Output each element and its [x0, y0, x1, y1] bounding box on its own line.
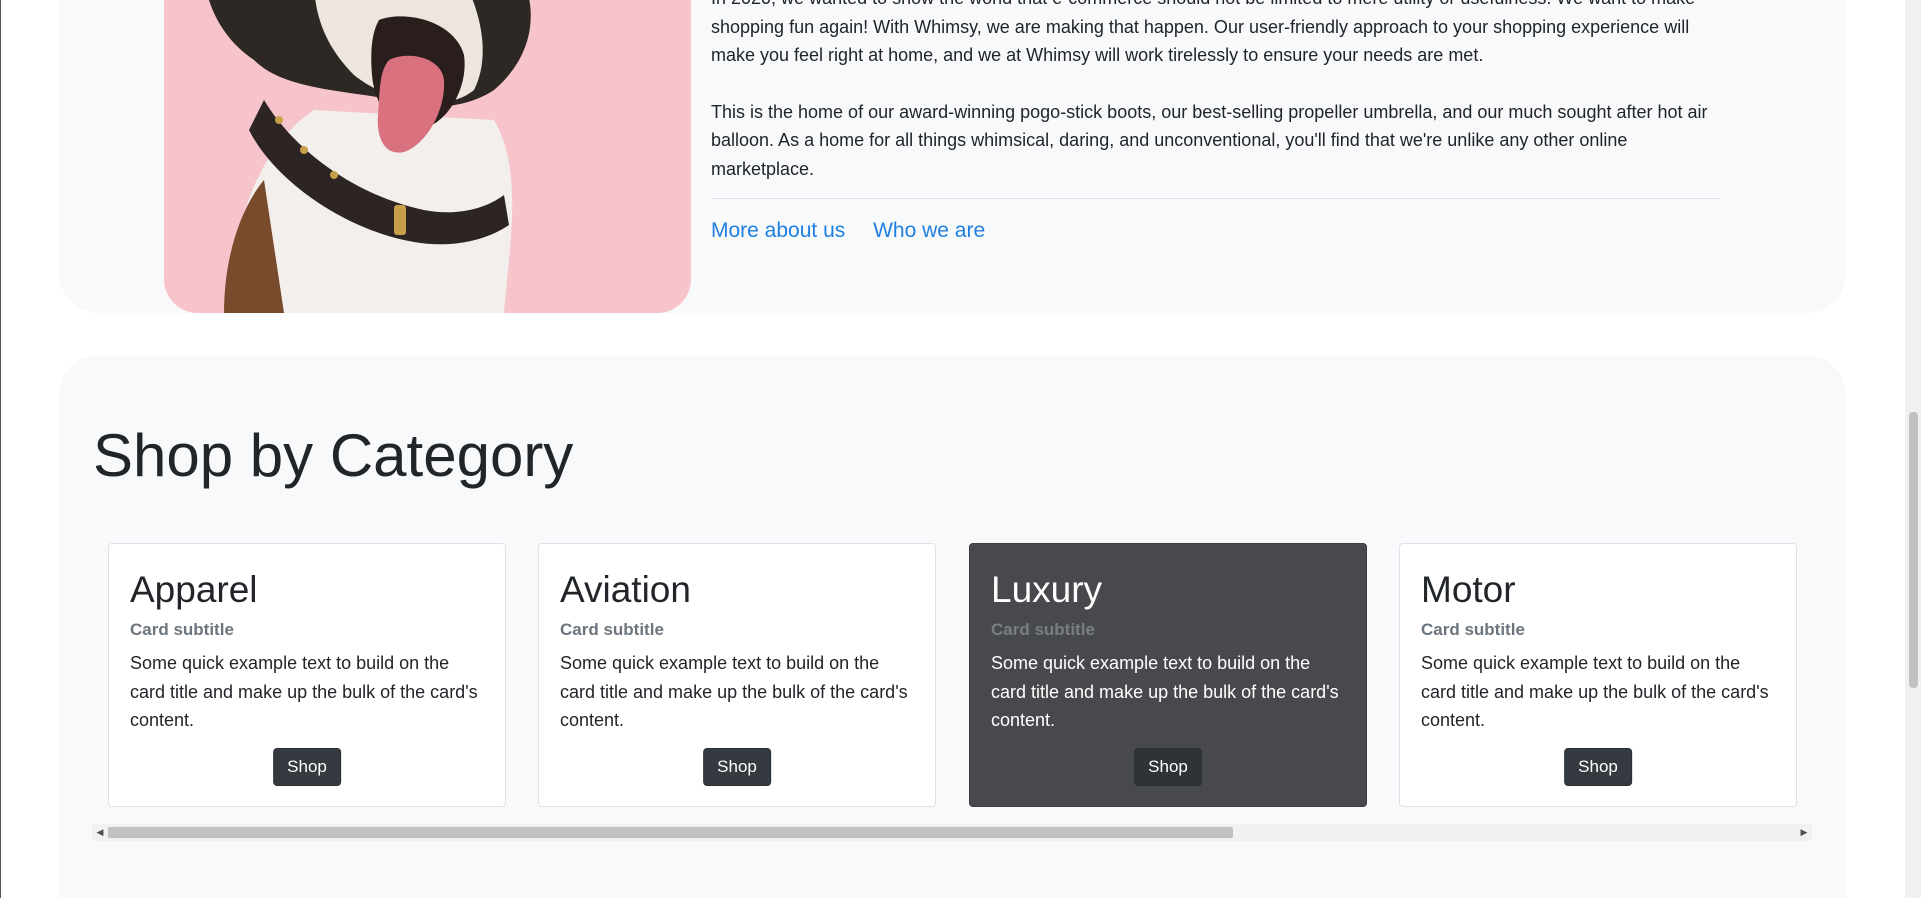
- about-text: In 2020, we wanted to show the world tha…: [711, 0, 1721, 211]
- about-links: More about us Who we are: [711, 219, 1007, 243]
- card-title: Apparel: [130, 569, 258, 610]
- card-text: Some quick example text to build on the …: [1421, 653, 1769, 731]
- cards-horizontal-scrollbar[interactable]: ◀ ▶: [92, 824, 1812, 841]
- shop-title: Shop by Category: [93, 422, 574, 489]
- card-title: Motor: [1421, 569, 1516, 610]
- shop-button[interactable]: Shop: [703, 748, 771, 786]
- dog-illustration: [164, 0, 691, 313]
- card-text: Some quick example text to build on the …: [991, 653, 1339, 731]
- category-card-luxury: Luxury Card subtitle Some quick example …: [969, 543, 1367, 807]
- page-vertical-scrollbar[interactable]: [1905, 0, 1921, 898]
- card-text: Some quick example text to build on the …: [130, 653, 478, 731]
- shop-button[interactable]: Shop: [1564, 748, 1632, 786]
- shop-button[interactable]: Shop: [1134, 748, 1202, 786]
- card-title: Luxury: [991, 569, 1103, 610]
- card-text: Some quick example text to build on the …: [560, 653, 908, 731]
- card-subtitle: Card subtitle: [1421, 620, 1525, 640]
- who-we-are-link[interactable]: Who we are: [873, 219, 985, 242]
- category-card-motor: Motor Card subtitle Some quick example t…: [1399, 543, 1797, 807]
- window-edge: [0, 0, 1, 898]
- more-about-us-link[interactable]: More about us: [711, 219, 845, 242]
- card-subtitle: Card subtitle: [130, 620, 234, 640]
- card-subtitle: Card subtitle: [991, 620, 1095, 640]
- scrollbar-thumb[interactable]: [1909, 412, 1918, 688]
- triangle-left-icon[interactable]: ◀: [92, 824, 108, 841]
- category-card-apparel: Apparel Card subtitle Some quick example…: [108, 543, 506, 807]
- card-subtitle: Card subtitle: [560, 620, 664, 640]
- scrollbar-thumb[interactable]: [108, 827, 1233, 838]
- dog-photo: [164, 0, 691, 313]
- page-viewport: In 2020, we wanted to show the world tha…: [0, 0, 1921, 898]
- about-paragraph-1: In 2020, we wanted to show the world tha…: [711, 0, 1695, 65]
- about-paragraph-2: This is the home of our award-winning po…: [711, 101, 1708, 179]
- category-card-aviation: Aviation Card subtitle Some quick exampl…: [538, 543, 936, 807]
- card-title: Aviation: [560, 569, 691, 610]
- about-divider: [711, 198, 1721, 199]
- shop-button[interactable]: Shop: [273, 748, 341, 786]
- triangle-right-icon[interactable]: ▶: [1796, 824, 1812, 841]
